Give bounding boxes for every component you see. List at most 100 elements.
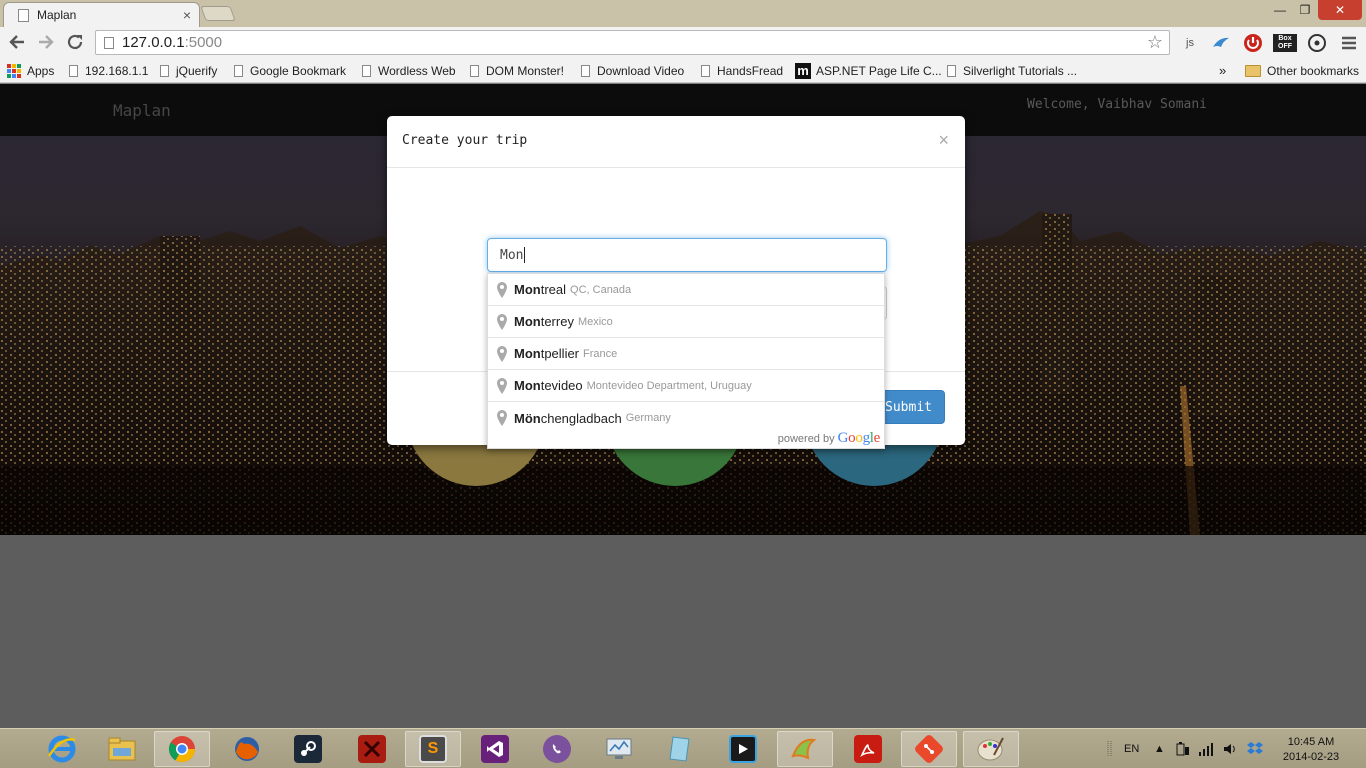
item-secondary-text: France [583, 347, 618, 360]
autocomplete-item[interactable]: Mon tpellier France [488, 338, 884, 370]
bookmark-apps[interactable]: Apps [7, 62, 54, 79]
bookmark-label: Apps [27, 63, 55, 78]
item-secondary-text: Mexico [577, 315, 613, 328]
chrome-toolbar: 127.0.0.1:5000 ☆ js Box OFF [0, 27, 1366, 58]
text-caret [524, 247, 526, 263]
network-signal-icon[interactable] [1198, 740, 1214, 758]
item-rest-text: terrey [540, 314, 574, 329]
bookmark-item[interactable]: jQuerify [160, 62, 217, 79]
browser-tab[interactable]: Maplan × [3, 2, 200, 27]
bookmark-item[interactable]: HandsFread [701, 62, 783, 79]
page-icon [160, 64, 169, 77]
taskbar-clock[interactable]: 10:45 AM 2014-02-23 [1278, 735, 1344, 765]
map-pin-icon [497, 313, 507, 330]
bird-extension-icon[interactable] [1209, 31, 1233, 55]
bookmark-item[interactable]: Silverlight Tutorials ... [947, 62, 1077, 79]
back-arrow-icon[interactable] [6, 31, 28, 53]
tab-close-icon[interactable]: × [183, 7, 191, 23]
notes-taskbar-icon[interactable] [652, 731, 708, 767]
page-icon [104, 36, 114, 49]
language-indicator[interactable]: EN [1124, 740, 1139, 758]
js-extension-icon[interactable]: js [1178, 31, 1202, 55]
bookmark-item[interactable]: Download Video [581, 62, 684, 79]
url-port: :5000 [184, 34, 223, 51]
page-icon [362, 64, 371, 77]
power-extension-icon[interactable] [1241, 31, 1265, 55]
reload-icon[interactable] [64, 31, 86, 53]
windows-taskbar: S EN ▲ 10:45 AM 2014-02-23 [0, 728, 1366, 768]
boxoff-extension-icon[interactable]: Box OFF [1272, 31, 1298, 55]
item-rest-text: treal [540, 282, 567, 297]
new-tab-button[interactable] [200, 6, 236, 21]
matlab-style-taskbar-icon[interactable] [777, 731, 833, 767]
address-bar[interactable]: 127.0.0.1:5000 ☆ [95, 30, 1170, 55]
autocomplete-item[interactable]: Mon treal QC, Canada [488, 274, 884, 306]
monitor-taskbar-icon[interactable] [591, 731, 647, 767]
apps-grid-icon [7, 63, 21, 78]
map-pin-icon [497, 281, 507, 298]
bookmark-label: 192.168.1.1 [85, 63, 149, 78]
page-icon [69, 64, 78, 77]
clock-time: 10:45 AM [1287, 736, 1335, 748]
bookmarks-overflow-button[interactable]: » [1219, 62, 1226, 79]
circle-extension-icon[interactable] [1305, 31, 1329, 55]
modal-header: Create your trip × [387, 116, 965, 168]
visual-studio-taskbar-icon[interactable] [467, 731, 523, 767]
show-hidden-icons-chevron-icon[interactable]: ▲ [1154, 740, 1165, 758]
window-maximize-button[interactable]: ❐ [1294, 0, 1316, 20]
url-host: 127.0.0.1 [122, 34, 185, 51]
destination-search-input[interactable]: Mon [487, 238, 887, 272]
item-secondary-text: QC, Canada [570, 283, 632, 296]
bookmarks-bar: Apps 192.168.1.1 jQuerify Google Bookmar… [0, 58, 1366, 83]
modal-title: Create your trip [402, 133, 528, 148]
sublime-text-taskbar-icon[interactable]: S [405, 731, 461, 767]
steam-taskbar-icon[interactable] [280, 731, 336, 767]
autocomplete-item[interactable]: Mon tevideo Montevideo Department, Uruguay [488, 370, 884, 402]
page-icon [470, 64, 479, 77]
bookmark-item[interactable]: 192.168.1.1 [69, 62, 148, 79]
internet-explorer-taskbar-icon[interactable] [34, 731, 90, 767]
taskbar-grip [1107, 740, 1113, 758]
dropbox-icon[interactable] [1246, 740, 1264, 758]
bookmark-label: DOM Monster! [486, 63, 565, 78]
window-minimize-button[interactable]: — [1268, 0, 1292, 20]
item-secondary-text: Germany [625, 412, 671, 424]
m-logo-icon: m [795, 62, 811, 79]
bookmark-label: Silverlight Tutorials ... [963, 63, 1078, 78]
bookmark-item[interactable]: m ASP.NET Page Life C... [795, 62, 942, 79]
page-icon [18, 8, 29, 22]
item-match-text: Mon [514, 378, 541, 393]
volume-icon[interactable] [1222, 740, 1238, 758]
battery-icon[interactable] [1174, 740, 1190, 758]
dota-taskbar-icon[interactable] [344, 731, 400, 767]
autocomplete-item[interactable]: Mon terrey Mexico [488, 306, 884, 338]
modal-close-icon[interactable]: × [938, 130, 949, 151]
powered-by-google: powered by Google [777, 430, 881, 447]
acrobat-taskbar-icon[interactable] [840, 731, 896, 767]
bookmark-item[interactable]: DOM Monster! [470, 62, 564, 79]
page-icon [701, 64, 710, 77]
window-close-button[interactable]: ✕ [1318, 0, 1362, 20]
bookmark-item[interactable]: Wordless Web [362, 62, 456, 79]
forward-arrow-icon[interactable] [35, 31, 57, 53]
search-input-value: Mon [500, 247, 524, 263]
bookmark-star-icon[interactable]: ☆ [1147, 32, 1163, 53]
bookmark-label: HandsFread [717, 63, 784, 78]
item-match-text: Mon [514, 282, 541, 297]
firefox-taskbar-icon[interactable] [219, 731, 275, 767]
bookmark-label: Google Bookmark [250, 63, 347, 78]
viber-taskbar-icon[interactable] [529, 731, 585, 767]
map-pin-icon [497, 345, 507, 362]
paint-taskbar-icon[interactable] [963, 731, 1019, 767]
page-icon [581, 64, 590, 77]
powered-by-text: powered by [777, 433, 835, 445]
item-rest-text: tevideo [540, 378, 583, 393]
chrome-menu-icon[interactable] [1337, 31, 1361, 55]
other-bookmarks-folder[interactable]: Other bookmarks [1245, 62, 1359, 79]
git-taskbar-icon[interactable] [901, 731, 957, 767]
bookmark-item[interactable]: Google Bookmark [234, 62, 346, 79]
media-player-taskbar-icon[interactable] [715, 731, 771, 767]
places-autocomplete-dropdown: Mon treal QC, Canada Mon terrey Mexico Mon tp… [487, 273, 885, 449]
file-explorer-taskbar-icon[interactable] [94, 731, 150, 767]
chrome-taskbar-icon[interactable] [154, 731, 210, 767]
